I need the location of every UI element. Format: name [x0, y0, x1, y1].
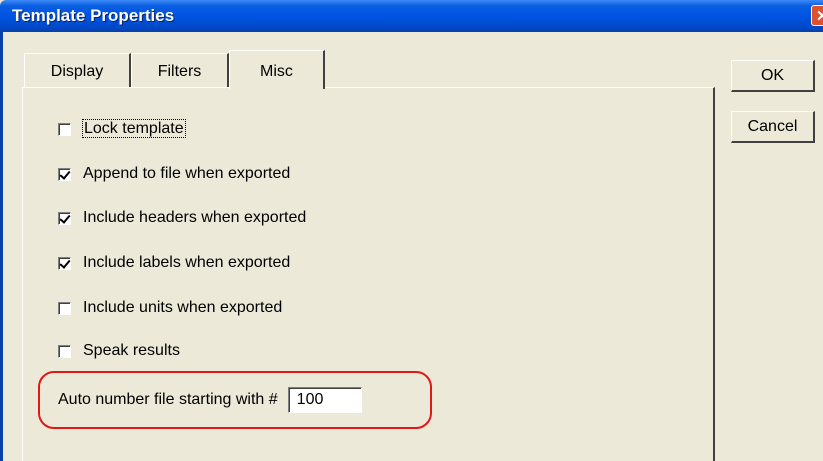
include-labels-option[interactable]: Include labels when exported	[58, 253, 290, 273]
tab-display[interactable]: Display	[24, 53, 131, 87]
include-labels-checkbox[interactable]	[58, 256, 71, 270]
template-properties-dialog: Template Properties ✕ Display Filters Mi…	[0, 0, 823, 461]
lock-template-checkbox[interactable]	[58, 122, 71, 136]
tab-filters-label: Filters	[157, 63, 202, 80]
include-headers-label: Include headers when exported	[83, 209, 307, 226]
append-to-file-label: Append to file when exported	[83, 165, 291, 182]
lock-template-option[interactable]: Lock template	[58, 119, 186, 139]
speak-results-label: Speak results	[83, 342, 180, 359]
tab-misc[interactable]: Misc	[229, 50, 325, 89]
lock-template-label: Lock template	[82, 119, 186, 138]
tab-display-label: Display	[50, 63, 104, 80]
ok-button[interactable]: OK	[731, 60, 815, 92]
speak-results-checkbox[interactable]	[58, 344, 71, 358]
include-units-checkbox[interactable]	[58, 301, 71, 315]
include-headers-option[interactable]: Include headers when exported	[58, 208, 306, 228]
tab-filters[interactable]: Filters	[131, 53, 229, 87]
speak-results-option[interactable]: Speak results	[58, 341, 180, 361]
title-bar[interactable]: Template Properties ✕	[0, 0, 823, 32]
include-labels-label: Include labels when exported	[83, 254, 291, 271]
include-headers-checkbox[interactable]	[58, 211, 71, 225]
include-units-option[interactable]: Include units when exported	[58, 298, 282, 318]
dialog-title: Template Properties	[12, 6, 175, 25]
append-to-file-checkbox[interactable]	[58, 167, 71, 181]
append-to-file-option[interactable]: Append to file when exported	[58, 164, 290, 184]
close-icon[interactable]: ✕	[811, 5, 823, 26]
highlight-annotation	[38, 371, 432, 429]
tab-misc-label: Misc	[260, 63, 293, 80]
cancel-button[interactable]: Cancel	[731, 111, 815, 143]
include-units-label: Include units when exported	[83, 299, 283, 316]
window-border	[0, 32, 3, 461]
